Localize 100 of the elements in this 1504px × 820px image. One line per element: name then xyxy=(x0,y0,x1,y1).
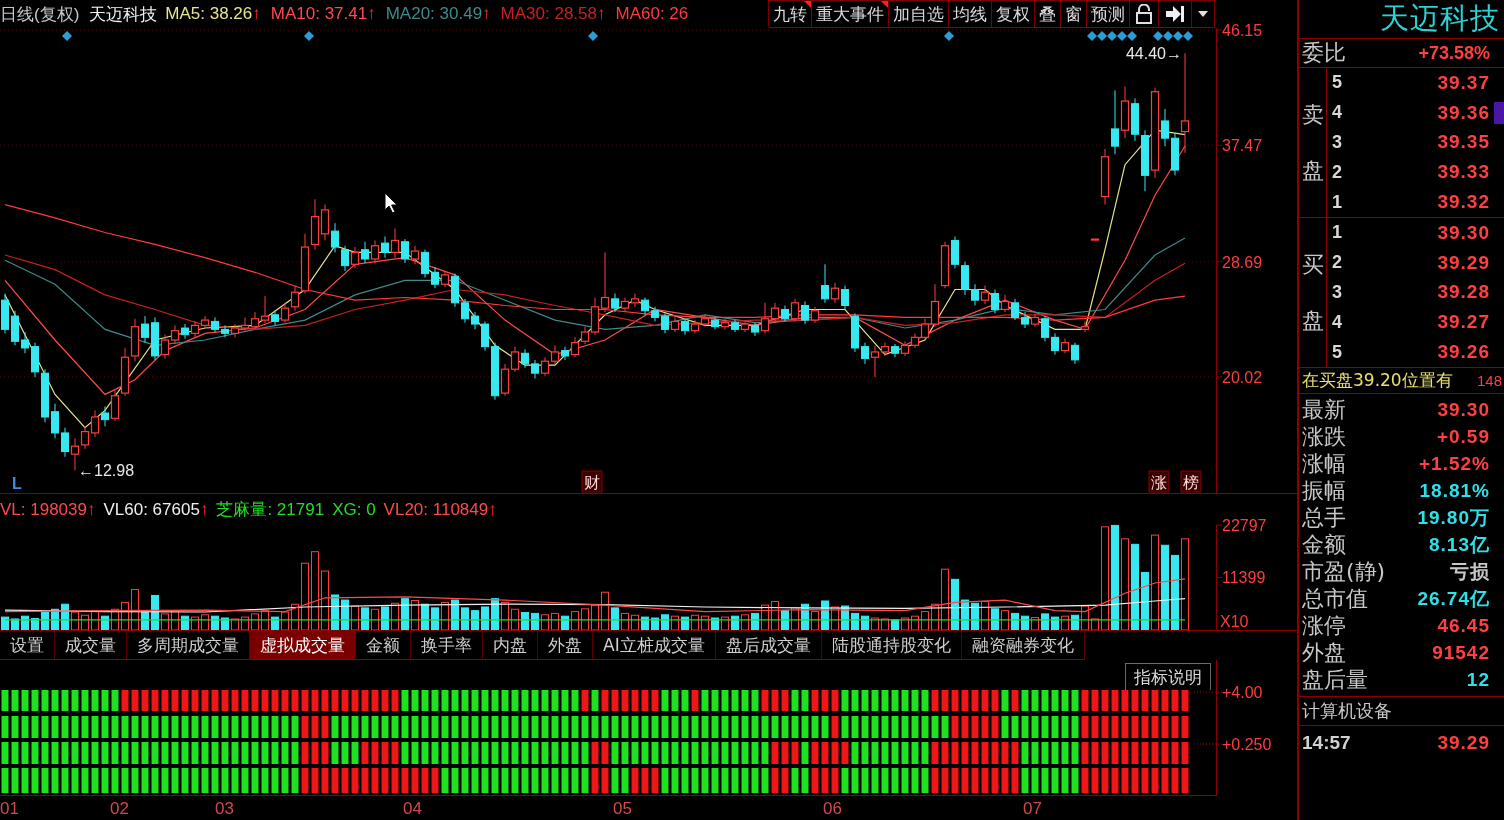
order-notice-count: 148 xyxy=(1476,372,1502,389)
candlestick xyxy=(170,324,180,345)
ma-legend-item: MA10: 37.41↑ xyxy=(270,4,376,24)
padlock-icon xyxy=(1136,4,1152,24)
candlestick xyxy=(350,246,360,269)
stat-label: 总市值 xyxy=(1302,584,1368,613)
unit-label: X10 xyxy=(1220,613,1249,630)
arrow-to-bar-icon xyxy=(1165,5,1185,23)
stat-value: 46.45 xyxy=(1437,614,1490,637)
stat-label: 涨跌 xyxy=(1302,422,1346,451)
candlestick xyxy=(11,310,19,346)
diamond-icon xyxy=(944,31,954,41)
ma-legend-item: MA5: 38.26↑ xyxy=(165,4,261,24)
volume-legend-item: VL: 198039↑ xyxy=(0,499,96,520)
ratio-label: 委比 xyxy=(1302,39,1346,67)
candlestick xyxy=(670,316,680,333)
axis-label: 20.02 xyxy=(1222,368,1263,386)
diamond-icon xyxy=(62,31,72,41)
order-price: 39.33 xyxy=(1437,161,1490,184)
trade-price: 39.29 xyxy=(1437,732,1490,754)
candlestick xyxy=(620,297,630,313)
ma-legend-item: MA20: 30.49↑ xyxy=(385,4,491,24)
candlestick xyxy=(790,298,800,322)
candlestick xyxy=(540,356,550,377)
stat-value: 8.13亿 xyxy=(1429,532,1490,557)
candlestick xyxy=(390,227,400,259)
stat-value: 19.80万 xyxy=(1417,505,1490,530)
candlestick xyxy=(31,342,39,378)
candlestick xyxy=(1000,294,1010,313)
candlestick xyxy=(980,285,990,305)
candlestick xyxy=(740,320,750,333)
candlestick xyxy=(51,403,59,439)
stat-label: 涨幅 xyxy=(1302,449,1346,478)
order-level: 5 xyxy=(1332,341,1342,363)
order-level: 3 xyxy=(1332,282,1342,303)
date-axis-label: 04 xyxy=(403,799,422,818)
toolbar-button[interactable]: 九转 xyxy=(768,0,812,27)
candlestick xyxy=(630,293,640,308)
candlestick xyxy=(1100,148,1110,206)
candlestick xyxy=(80,425,90,450)
chart-period-label: 日线(复权) xyxy=(0,3,80,26)
stat-label: 市盈(静) xyxy=(1302,557,1386,586)
event-badge[interactable]: 榜 xyxy=(1180,470,1202,493)
candlestick xyxy=(280,302,290,324)
date-axis-label: 01 xyxy=(0,799,19,818)
candlestick xyxy=(1080,320,1090,333)
axis-label: 11399 xyxy=(1222,569,1266,587)
trade-time: 14:57 xyxy=(1302,732,1351,754)
stat-value: +0.59 xyxy=(1436,425,1490,448)
order-level: 4 xyxy=(1332,102,1342,124)
candlestick xyxy=(240,316,250,332)
candlestick xyxy=(910,332,920,349)
order-price: 39.26 xyxy=(1437,341,1490,364)
candlestick xyxy=(190,320,200,338)
order-price: 39.27 xyxy=(1437,311,1490,334)
diamond-icon xyxy=(588,31,598,41)
stat-value: 18.81% xyxy=(1419,479,1490,502)
date-axis-label: 07 xyxy=(1023,799,1042,818)
order-price: 39.35 xyxy=(1437,131,1490,154)
date-axis-label: 06 xyxy=(823,799,842,818)
date-axis-label: 05 xyxy=(613,799,632,818)
stock-name: 天迈科技 xyxy=(89,3,158,26)
order-price: 39.37 xyxy=(1437,71,1490,94)
candlestick xyxy=(21,331,29,354)
candlestick xyxy=(690,319,700,334)
axis-label: +4.00 xyxy=(1222,684,1263,701)
diamond-icon xyxy=(304,31,314,41)
stat-value: +1.52% xyxy=(1419,452,1490,475)
event-badge[interactable]: 涨 xyxy=(1148,470,1170,493)
candlestick xyxy=(90,409,100,438)
lock-button[interactable] xyxy=(1129,0,1159,27)
stat-label: 盘后量 xyxy=(1302,665,1368,694)
candlestick xyxy=(471,311,479,330)
candlestick xyxy=(461,298,469,324)
event-badge[interactable]: 财 xyxy=(581,470,603,493)
order-level: 2 xyxy=(1332,252,1342,274)
stock-title: 天迈科技 xyxy=(1380,0,1501,37)
chart-marker: L xyxy=(12,475,22,492)
candlestick xyxy=(720,318,730,330)
candlestick xyxy=(810,306,820,324)
volume-legend-item: VL60: 67605↑ xyxy=(103,499,209,520)
stat-label: 涨停 xyxy=(1302,611,1346,640)
order-notice: 在买盘39.20位置有 xyxy=(1302,369,1453,392)
stat-label: 总手 xyxy=(1302,503,1346,532)
candlestick xyxy=(370,239,380,264)
stat-value: 39.30 xyxy=(1437,398,1490,421)
stat-value: 91542 xyxy=(1432,641,1490,664)
order-level: 2 xyxy=(1332,161,1342,183)
candlestick xyxy=(481,320,489,352)
order-level: 4 xyxy=(1332,311,1342,333)
dropdown-button[interactable] xyxy=(1191,0,1215,27)
stat-value: 12 xyxy=(1466,668,1490,691)
order-level: 1 xyxy=(1332,191,1342,213)
candlestick xyxy=(651,306,659,322)
indicator-help-button[interactable]: 指标说明 xyxy=(1125,663,1211,690)
order-price: 39.28 xyxy=(1437,281,1490,304)
candlestick xyxy=(1090,238,1100,241)
axis-label: 28.69 xyxy=(1222,253,1263,271)
cursor-icon xyxy=(384,192,398,214)
indicator-tab[interactable]: 虚拟成交量 xyxy=(250,631,356,659)
